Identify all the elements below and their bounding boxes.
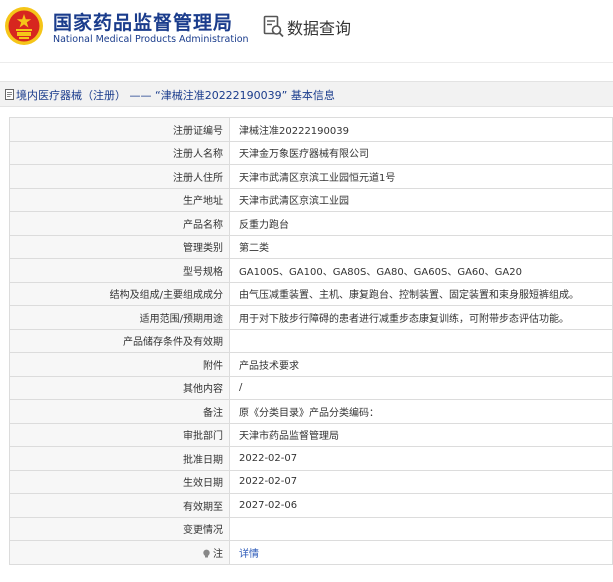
field-value: 由气压减重装置、主机、康复跑台、控制装置、固定装置和束身服短裤组成。: [229, 281, 613, 306]
field-value: 原《分类目录》产品分类编码：: [229, 399, 613, 424]
field-label: 批准日期: [9, 446, 230, 471]
note-label-cell: 注: [9, 540, 230, 565]
table-row-note: 注 详情: [9, 540, 613, 565]
table-row: 有效期至 2027-02-06: [9, 493, 613, 518]
data-search-icon[interactable]: [263, 15, 285, 39]
table-row: 产品储存条件及有效期: [9, 328, 613, 353]
field-value: 天津市药品监督管理局: [229, 422, 613, 447]
agency-name-en: National Medical Products Administration: [53, 34, 249, 45]
note-label: 注: [213, 548, 223, 560]
field-value: 用于对下肢步行障碍的患者进行减重步态康复训练，可附带步态评估功能。: [229, 305, 613, 330]
table-row: 管理类别 第二类: [9, 234, 613, 259]
table-row: 注册人住所 天津市武清区京滨工业园恒元道1号: [9, 164, 613, 189]
field-value: 产品技术要求: [229, 352, 613, 377]
table-row: 生产地址 天津市武清区京滨工业园: [9, 187, 613, 212]
field-value: 天津市武清区京滨工业园恒元道1号: [229, 164, 613, 189]
table-row: 注册人名称 天津金万象医疗器械有限公司: [9, 140, 613, 165]
table-row: 产品名称 反重力跑台: [9, 211, 613, 236]
field-label: 产品名称: [9, 211, 230, 236]
field-label: 备注: [9, 399, 230, 424]
field-value: 2022-02-07: [229, 446, 613, 471]
field-label: 附件: [9, 352, 230, 377]
table-row: 型号规格 GA100S、GA100、GA80S、GA80、GA60S、GA60、G…: [9, 258, 613, 283]
field-value: 第二类: [229, 234, 613, 259]
table-row: 批准日期 2022-02-07: [9, 446, 613, 471]
field-label: 适用范围/预期用途: [9, 305, 230, 330]
field-label: 生效日期: [9, 469, 230, 494]
table-row: 其他内容 /: [9, 375, 613, 400]
data-search-label[interactable]: 数据查询: [287, 15, 351, 39]
field-value: [229, 328, 613, 353]
field-label: 变更情况: [9, 516, 230, 541]
field-value: /: [229, 375, 613, 400]
field-label: 产品储存条件及有效期: [9, 328, 230, 353]
section-title: 境内医疗器械（注册） —— “津械注准20222190039” 基本信息: [16, 89, 335, 102]
table-row: 结构及组成/主要组成成分 由气压减重装置、主机、康复跑台、控制装置、固定装置和束身…: [9, 281, 613, 306]
table-row: 适用范围/预期用途 用于对下肢步行障碍的患者进行减重步态康复训练，可附带步态评估功…: [9, 305, 613, 330]
field-value: [229, 516, 613, 541]
header-divider: [0, 62, 613, 74]
site-header: 国家药品监督管理局 National Medical Products Admi…: [0, 0, 613, 62]
table-row: 变更情况: [9, 516, 613, 541]
field-label: 结构及组成/主要组成成分: [9, 281, 230, 306]
agency-name-cn: 国家药品监督管理局: [53, 12, 234, 34]
section-title-bar: 境内医疗器械（注册） —— “津械注准20222190039” 基本信息: [0, 81, 613, 107]
table-row: 生效日期 2022-02-07: [9, 469, 613, 494]
table-row: 备注 原《分类目录》产品分类编码：: [9, 399, 613, 424]
field-label: 审批部门: [9, 422, 230, 447]
field-label: 有效期至: [9, 493, 230, 518]
field-value: GA100S、GA100、GA80S、GA80、GA60S、GA60、GA20: [229, 258, 613, 283]
device-info-table: 注册证编号 津械注准20222190039 注册人名称 天津金万象医疗器械有限公司 注册…: [9, 117, 613, 565]
table-row: 审批部门 天津市药品监督管理局: [9, 422, 613, 447]
bulb-icon: [203, 549, 210, 558]
note-value-cell: 详情: [229, 540, 613, 565]
field-label: 管理类别: [9, 234, 230, 259]
table-row: 附件 产品技术要求: [9, 352, 613, 377]
document-icon: [5, 89, 14, 100]
national-emblem-icon: [5, 7, 43, 45]
field-label: 注册证编号: [9, 117, 230, 142]
table-row: 注册证编号 津械注准20222190039: [9, 117, 613, 142]
field-label: 注册人住所: [9, 164, 230, 189]
field-label: 其他内容: [9, 375, 230, 400]
field-label: 型号规格: [9, 258, 230, 283]
field-label: 注册人名称: [9, 140, 230, 165]
field-value: 2022-02-07: [229, 469, 613, 494]
field-value: 津械注准20222190039: [229, 117, 613, 142]
field-value: 2027-02-06: [229, 493, 613, 518]
field-value: 天津市武清区京滨工业园: [229, 187, 613, 212]
field-label: 生产地址: [9, 187, 230, 212]
field-value: 天津金万象医疗器械有限公司: [229, 140, 613, 165]
details-link[interactable]: 详情: [239, 549, 259, 560]
field-value: 反重力跑台: [229, 211, 613, 236]
